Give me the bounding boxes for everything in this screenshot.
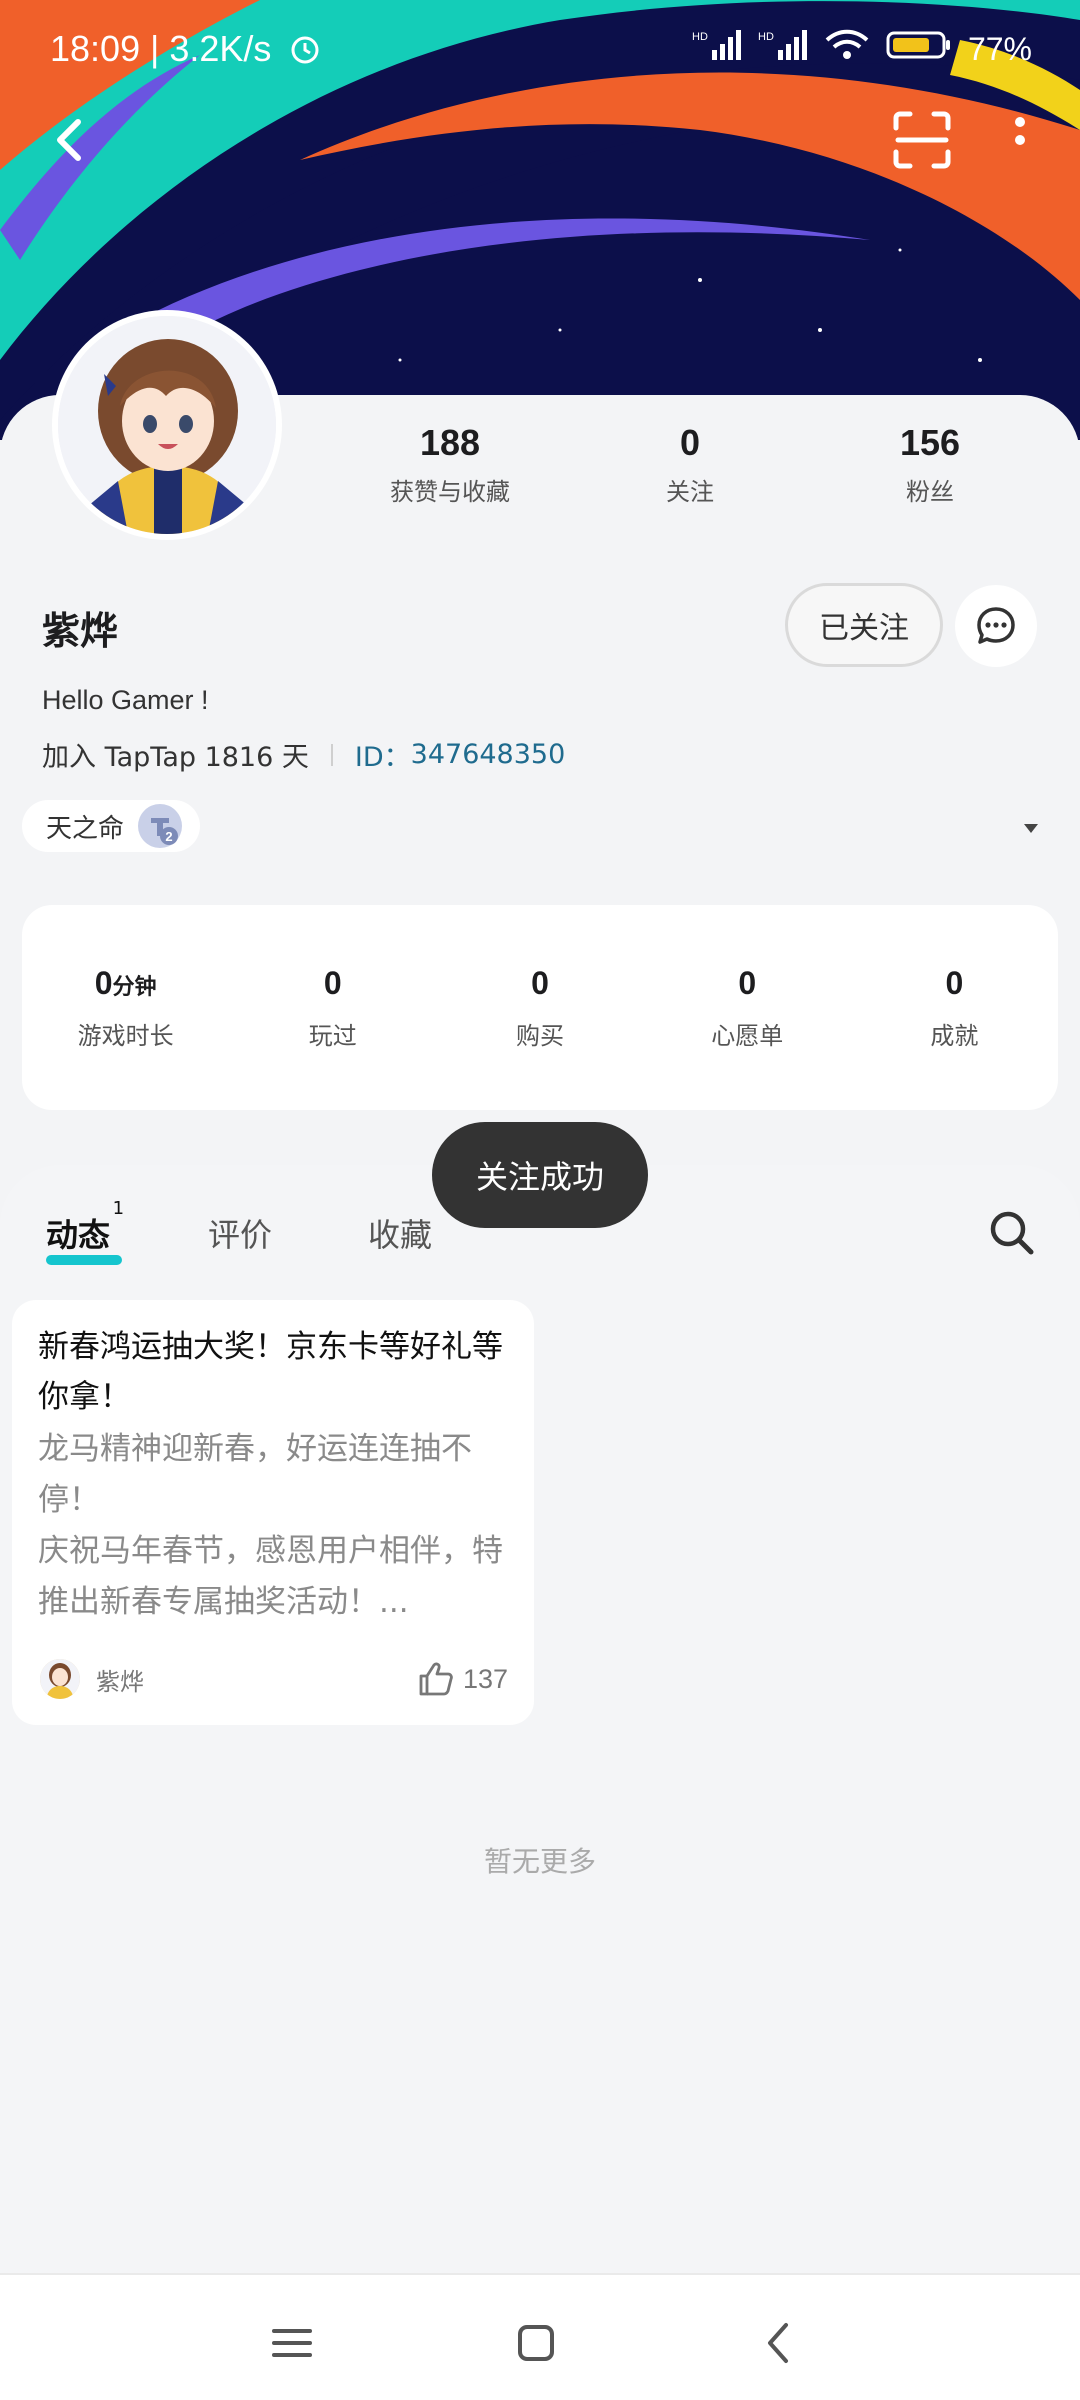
playtime-stat[interactable]: 0分钟 游戏时长	[22, 965, 229, 1110]
fans-count: 156	[899, 422, 961, 463]
bought-label: 购买	[516, 1022, 564, 1050]
played-label: 玩过	[308, 1022, 357, 1050]
tab-feed-label: 动态	[46, 1216, 111, 1254]
likes-collects-count: 188	[419, 422, 481, 463]
back-arrow-icon	[57, 119, 81, 161]
following-label: 关注	[666, 478, 714, 506]
more-options-button[interactable]	[1000, 108, 1040, 172]
bought-value: 0	[531, 965, 549, 1001]
joined-separator	[330, 743, 333, 766]
followed-button[interactable]: 已关注	[785, 583, 943, 667]
playtime-label: 游戏时长	[77, 1022, 174, 1050]
avatar[interactable]	[52, 310, 282, 540]
playtime-value: 0	[94, 965, 113, 1001]
wifi-icon	[824, 28, 870, 70]
post-footer: 紫烨 137	[40, 1655, 508, 1703]
wishlist-stat[interactable]: 0 心愿单	[644, 965, 851, 1110]
avatar-illustration	[58, 316, 276, 534]
search-button[interactable]	[984, 1205, 1040, 1261]
bought-stat[interactable]: 0 购买	[436, 965, 643, 1110]
search-icon	[990, 1211, 1034, 1255]
achievements-label: 成就	[930, 1022, 979, 1050]
user-id-label: ID：	[354, 742, 411, 773]
like-button[interactable]: 137	[417, 1661, 508, 1697]
played-stat[interactable]: 0 玩过	[229, 965, 436, 1110]
playtime-unit: 分钟	[112, 974, 157, 999]
top-navigation	[0, 100, 1080, 180]
status-time: 18:09	[50, 28, 141, 69]
expand-caret-icon[interactable]	[1022, 820, 1040, 834]
tab-reviews[interactable]: 评价	[208, 1210, 272, 1256]
wishlist-label: 心愿单	[711, 1022, 784, 1050]
played-value: 0	[323, 965, 342, 1001]
likes-collects-stat[interactable]: 188 获赞与收藏	[330, 422, 570, 512]
tab-feed-count: 1	[112, 1198, 125, 1219]
profile-stats: 188 获赞与收藏 0 关注 156 粉丝	[330, 422, 1050, 512]
post-card[interactable]: 新春鸿运抽大奖！京东卡等好礼等你拿！ 龙马精神迎新春，好运连连抽不停！ 庆祝马年…	[12, 1300, 534, 1725]
achievements-stat[interactable]: 0 成就	[851, 965, 1058, 1110]
tab-feed[interactable]: 动态 1	[46, 1198, 124, 1256]
status-bar: 18:09 | 3.2K/s HD HD 77%	[0, 0, 1080, 100]
wishlist-value: 0	[738, 965, 757, 1001]
system-back-button[interactable]	[750, 2313, 810, 2373]
post-author-name[interactable]: 紫烨	[96, 1662, 144, 1697]
alarm-icon	[288, 32, 322, 66]
recent-apps-button[interactable]	[262, 2313, 322, 2373]
menu-icon	[272, 2329, 312, 2357]
home-button[interactable]	[506, 2313, 566, 2373]
game-stats-panel: 0分钟 游戏时长 0 玩过 0 购买 0 心愿单 0 成就	[22, 905, 1058, 1110]
system-navigation-bar	[0, 2273, 1080, 2400]
user-id-value[interactable]: 347648350	[411, 739, 566, 770]
thumbs-up-icon	[419, 1662, 453, 1696]
signal-icon: HD	[692, 28, 742, 70]
joined-info: 加入 TapTap 1816 天 ID： 347648350	[42, 735, 565, 774]
status-network-speed: | 3.2K/s	[150, 28, 272, 69]
joined-days: 加入 TapTap 1816 天	[42, 742, 309, 773]
following-count: 0	[679, 422, 701, 463]
end-of-list-text: 暂无更多	[483, 1845, 596, 1878]
battery-icon	[886, 29, 952, 69]
toast-message: 关注成功	[432, 1122, 648, 1228]
scan-button[interactable]	[890, 108, 954, 172]
more-vertical-icon	[1015, 117, 1025, 145]
fans-stat[interactable]: 156 粉丝	[810, 422, 1050, 512]
post-author-avatar[interactable]	[40, 1659, 80, 1699]
tap-level-number: 2	[165, 829, 172, 844]
signal-hd-label-1: HD	[692, 31, 708, 43]
battery-percent: 77%	[967, 30, 1032, 67]
post-title: 新春鸿运抽大奖！京东卡等好礼等你拿！	[38, 1329, 503, 1415]
fans-label: 粉丝	[906, 478, 954, 506]
post-body: 龙马精神迎新春，好运连连抽不停！ 庆祝马年春节，感恩用户相伴，特推出新春专属抽奖…	[38, 1431, 503, 1620]
title-chip[interactable]: 天之命 2	[22, 800, 201, 852]
likes-collects-label: 获赞与收藏	[390, 478, 510, 506]
tab-favorites[interactable]: 收藏	[368, 1210, 432, 1256]
tap-level-badge-icon: 2	[138, 804, 183, 848]
signal-icon-2: HD	[758, 28, 808, 70]
achievements-value: 0	[945, 965, 964, 1001]
scan-icon	[893, 111, 951, 169]
message-button[interactable]	[955, 585, 1037, 667]
chevron-left-icon	[768, 2323, 788, 2363]
bio-text: Hello Gamer !	[42, 685, 209, 715]
playtime-value-row: 0分钟	[22, 965, 229, 1002]
title-chip-label: 天之命	[46, 813, 125, 844]
following-stat[interactable]: 0 关注	[570, 422, 810, 512]
home-square-icon	[518, 2325, 554, 2361]
username: 紫烨	[42, 609, 119, 653]
active-tab-indicator	[46, 1255, 122, 1265]
like-count: 137	[462, 1663, 508, 1694]
signal-hd-label-2: HD	[758, 31, 774, 43]
back-button[interactable]	[40, 110, 100, 170]
chat-bubble-icon	[977, 607, 1015, 644]
